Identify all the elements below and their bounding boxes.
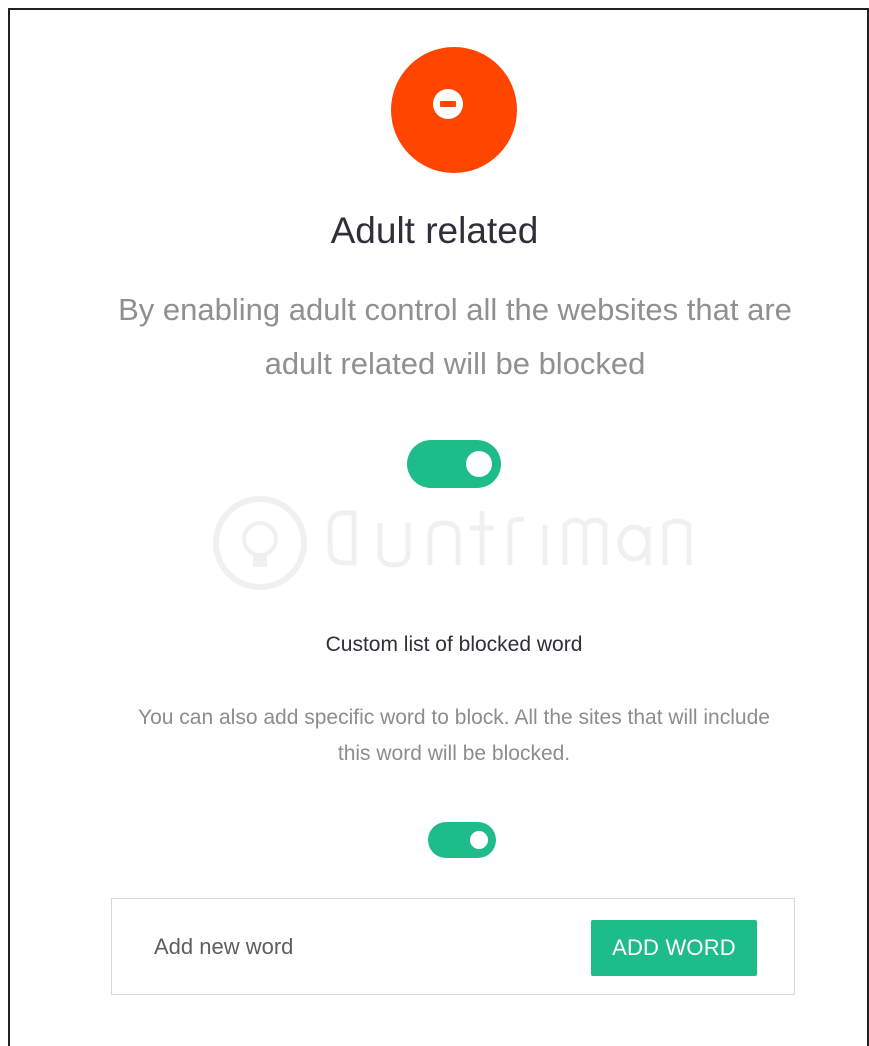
minus-circle-icon	[433, 89, 463, 119]
new-word-input[interactable]	[154, 932, 534, 962]
toggle-knob	[470, 831, 488, 849]
page-title: Adult related	[330, 210, 539, 251]
toggle-knob	[466, 451, 492, 477]
custom-list-description: You can also add specific word to block.…	[138, 706, 770, 765]
custom-list-title: Custom list of blocked word	[325, 633, 583, 656]
adult-block-badge	[391, 47, 517, 173]
add-word-form: ADD WORD	[111, 898, 795, 995]
add-word-button[interactable]: ADD WORD	[591, 920, 757, 976]
minus-bar	[440, 101, 456, 107]
page-description: By enabling adult control all the websit…	[118, 292, 792, 381]
adult-control-toggle[interactable]	[407, 440, 501, 488]
watermark-logo	[213, 496, 692, 590]
custom-list-toggle[interactable]	[428, 822, 496, 858]
